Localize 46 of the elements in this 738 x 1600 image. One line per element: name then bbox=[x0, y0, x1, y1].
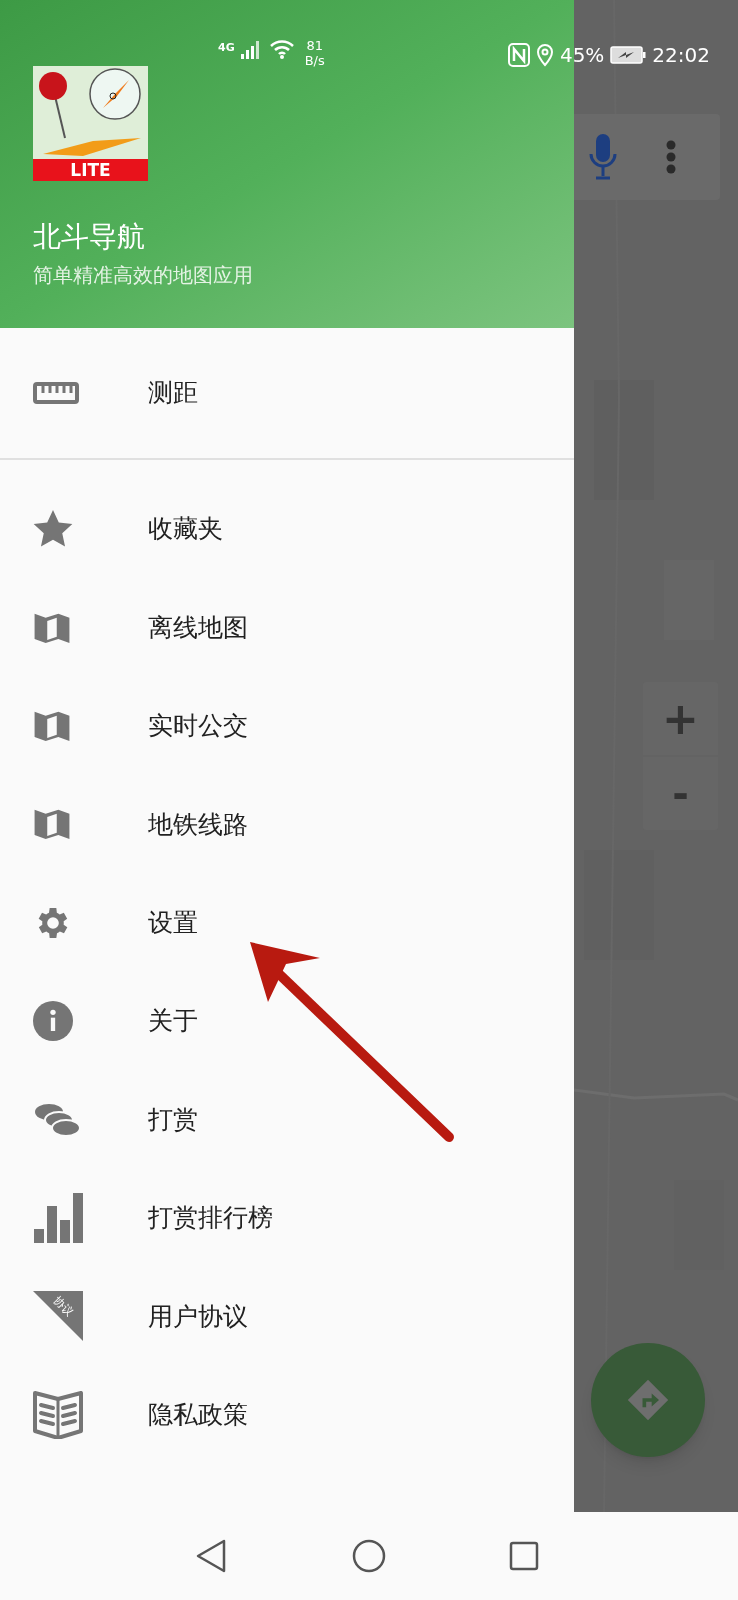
menu-item[interactable]: 打赏 bbox=[0, 1070, 574, 1169]
menu-item[interactable]: 测距 bbox=[0, 328, 574, 458]
menu-item[interactable]: 地铁线路 bbox=[0, 775, 574, 874]
menu-item-label: 测距 bbox=[148, 377, 198, 410]
menu-item-label: 地铁线路 bbox=[148, 808, 248, 841]
menu-item-label: 收藏夹 bbox=[148, 513, 223, 546]
icon-label: 协议 bbox=[51, 1295, 75, 1319]
speed-unit: B/s bbox=[304, 53, 325, 68]
book-icon bbox=[33, 1390, 83, 1439]
menu-item-label: 打赏排行榜 bbox=[148, 1202, 273, 1235]
bar-chart-icon bbox=[33, 1192, 83, 1243]
star-icon bbox=[33, 510, 73, 549]
menu-item[interactable]: 协议 用户协议 bbox=[0, 1267, 574, 1366]
speed-value: 81 bbox=[306, 38, 323, 53]
network-type: 4G bbox=[218, 42, 235, 53]
home-icon[interactable] bbox=[352, 1539, 386, 1573]
coins-icon bbox=[33, 1101, 81, 1138]
nfc-icon bbox=[507, 43, 530, 67]
menu-item-label: 设置 bbox=[148, 907, 198, 939]
menu-item[interactable]: 收藏夹 bbox=[0, 480, 574, 579]
menu-item[interactable]: 实时公交 bbox=[0, 676, 574, 776]
more-options-icon[interactable] bbox=[666, 140, 676, 174]
wifi-icon bbox=[268, 38, 295, 60]
battery-percent: 45% bbox=[559, 42, 605, 69]
app-name: 北斗导航 bbox=[33, 219, 146, 254]
menu-item[interactable]: 隐私政策 bbox=[0, 1365, 574, 1464]
menu-item-label: 用户协议 bbox=[148, 1300, 248, 1333]
menu-item[interactable]: 打赏排行榜 bbox=[0, 1168, 574, 1268]
menu-item[interactable]: 设置 bbox=[0, 873, 574, 972]
battery-charging-icon bbox=[610, 46, 647, 64]
directions-icon bbox=[626, 1378, 670, 1422]
back-icon[interactable] bbox=[195, 1539, 227, 1573]
menu-item[interactable]: 关于 bbox=[0, 971, 574, 1071]
menu-item-label: 实时公交 bbox=[148, 710, 248, 743]
clock: 22:02 bbox=[652, 42, 710, 69]
ruler-icon bbox=[33, 381, 79, 405]
logo-badge: LITE bbox=[33, 159, 148, 181]
menu-item-label: 离线地图 bbox=[148, 611, 248, 644]
app-tagline: 简单精准高效的地图应用 bbox=[33, 262, 254, 289]
info-icon bbox=[33, 1001, 73, 1042]
menu-item-label: 关于 bbox=[148, 1005, 198, 1038]
recents-icon[interactable] bbox=[509, 1541, 539, 1571]
menu-item-label: 打赏 bbox=[148, 1103, 198, 1136]
menu-item-label: 隐私政策 bbox=[148, 1398, 248, 1431]
menu-item[interactable]: 离线地图 bbox=[0, 578, 574, 677]
location-icon bbox=[535, 43, 554, 67]
